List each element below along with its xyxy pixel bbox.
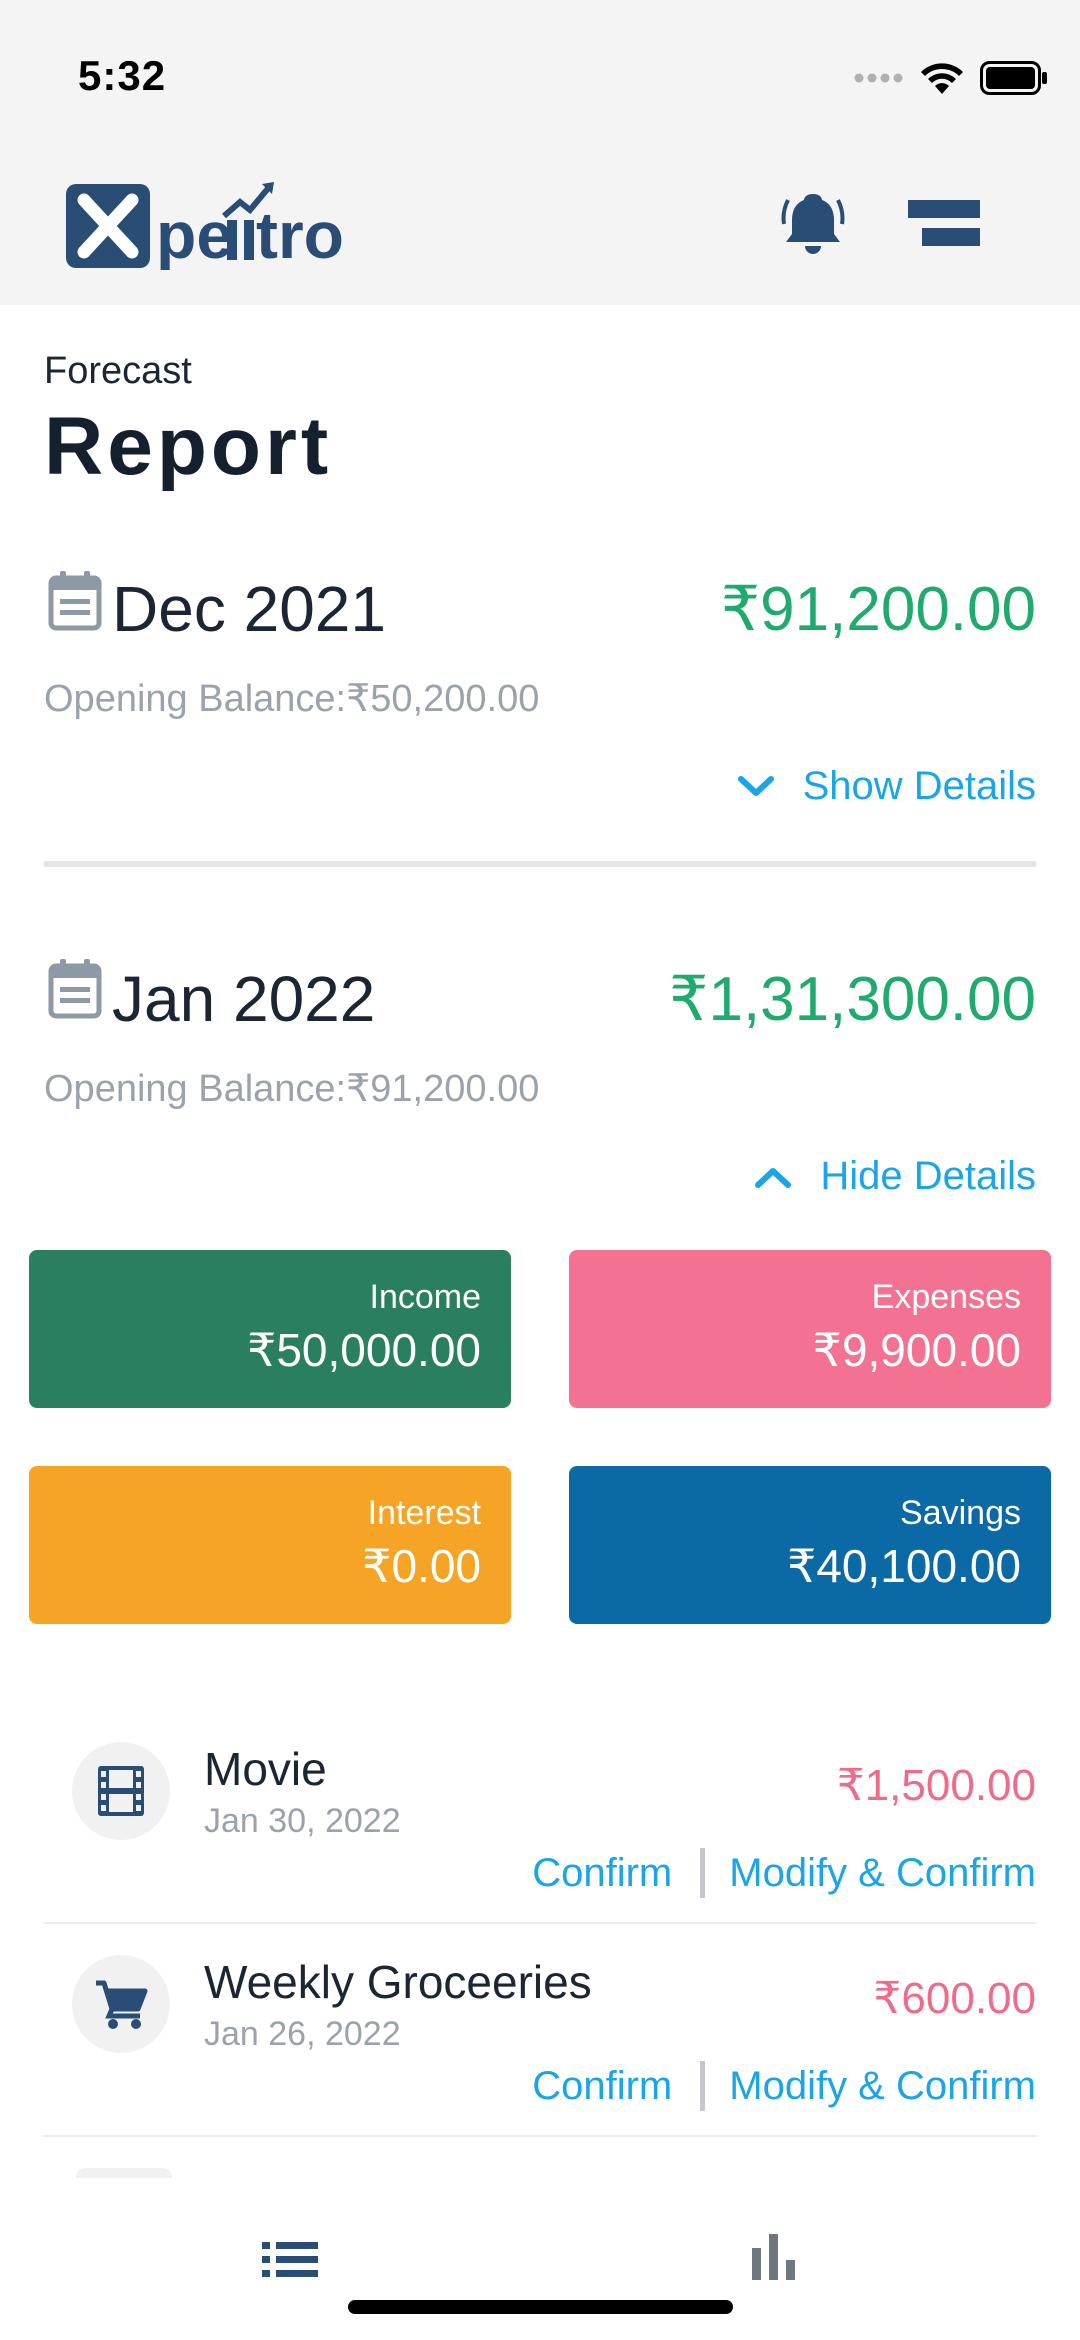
transaction-amount: ₹1,500.00 — [836, 1761, 1036, 1810]
modify-confirm-button[interactable]: Modify & Confirm — [729, 1851, 1036, 1896]
hide-details-label: Hide Details — [820, 1154, 1036, 1198]
income-card[interactable]: Income ₹50,000.00 — [29, 1250, 511, 1408]
savings-label: Savings — [900, 1494, 1021, 1532]
hide-details-button[interactable]: Hide Details — [754, 1154, 1036, 1199]
svg-text:pe: pe — [156, 198, 233, 270]
transaction-actions: Confirm Modify & Confirm — [532, 2061, 1036, 2111]
transaction-name: Weekly Groceeries — [204, 1956, 592, 2008]
expenses-card[interactable]: Expenses ₹9,900.00 — [569, 1250, 1051, 1408]
month-section-jan-2022: Jan 2022 ₹1,31,300.00 Opening Balance:₹9… — [44, 950, 1036, 1220]
transaction-date: Jan 26, 2022 — [204, 2015, 401, 2053]
chevron-up-icon — [755, 1167, 792, 1188]
cart-icon — [96, 1980, 148, 2029]
action-separator — [700, 2061, 706, 2111]
transaction-item[interactable]: Weekly Groceeries Jan 26, 2022 ₹600.00 C… — [44, 1925, 1036, 2137]
month-amount: ₹91,200.00 — [720, 575, 1036, 644]
signal-icon — [854, 73, 903, 83]
battery-icon — [980, 61, 1047, 95]
page-title: Report — [44, 401, 333, 492]
savings-card[interactable]: Savings ₹40,100.00 — [569, 1466, 1051, 1624]
modify-confirm-button[interactable]: Modify & Confirm — [729, 2064, 1036, 2109]
film-icon — [98, 1766, 144, 1816]
film-icon-wrapper — [72, 1742, 170, 1840]
cart-icon-wrapper — [72, 1955, 170, 2053]
status-bar: 5:32 — [0, 0, 1080, 150]
action-separator — [700, 1848, 706, 1898]
transaction-item[interactable]: Movie Jan 30, 2022 ₹1,500.00 Confirm Mod… — [44, 1712, 1036, 1924]
menu-icon[interactable] — [908, 200, 980, 248]
transaction-actions: Confirm Modify & Confirm — [532, 1848, 1036, 1898]
interest-label: Interest — [367, 1494, 481, 1532]
calendar-icon — [48, 571, 102, 631]
month-name: Dec 2021 — [112, 573, 386, 645]
bottom-nav — [0, 2180, 1080, 2340]
month-divider — [44, 861, 1036, 867]
bell-icon[interactable] — [780, 190, 846, 256]
transaction-date: Jan 30, 2022 — [204, 1802, 401, 1840]
page-subtitle: Forecast — [44, 350, 192, 392]
status-time: 5:32 — [78, 52, 167, 99]
month-name: Jan 2022 — [112, 963, 376, 1035]
chevron-down-icon — [737, 775, 774, 796]
month-amount: ₹1,31,300.00 — [669, 965, 1036, 1034]
wifi-icon — [921, 63, 963, 94]
row-divider — [44, 2135, 1036, 2137]
calendar-icon — [48, 959, 102, 1019]
next-transaction-icon-partial — [76, 2168, 172, 2178]
interest-value: ₹0.00 — [362, 1540, 481, 1592]
list-icon[interactable] — [262, 2240, 318, 2280]
row-divider — [44, 1922, 1036, 1924]
transaction-amount: ₹600.00 — [873, 1974, 1036, 2023]
confirm-button[interactable]: Confirm — [532, 2064, 672, 2109]
xpentro-logo: pe tro — [66, 182, 344, 270]
expenses-value: ₹9,900.00 — [812, 1324, 1021, 1376]
month-section-dec-2021: Dec 2021 ₹91,200.00 Opening Balance:₹50,… — [44, 560, 1036, 830]
show-details-button[interactable]: Show Details — [737, 764, 1036, 809]
interest-card[interactable]: Interest ₹0.00 — [29, 1466, 511, 1624]
opening-balance: Opening Balance:₹50,200.00 — [44, 678, 540, 720]
app-header: pe tro — [0, 150, 1080, 305]
home-indicator — [348, 2300, 733, 2314]
svg-text:tro: tro — [256, 198, 344, 270]
transaction-name: Movie — [204, 1743, 327, 1795]
savings-value: ₹40,100.00 — [787, 1540, 1021, 1592]
bar-chart-icon[interactable] — [752, 2234, 796, 2280]
income-label: Income — [369, 1278, 482, 1316]
expenses-label: Expenses — [871, 1278, 1021, 1316]
status-icons — [854, 58, 1048, 98]
opening-balance: Opening Balance:₹91,200.00 — [44, 1068, 540, 1110]
show-details-label: Show Details — [802, 764, 1036, 808]
confirm-button[interactable]: Confirm — [532, 1851, 672, 1896]
income-value: ₹50,000.00 — [247, 1324, 481, 1376]
